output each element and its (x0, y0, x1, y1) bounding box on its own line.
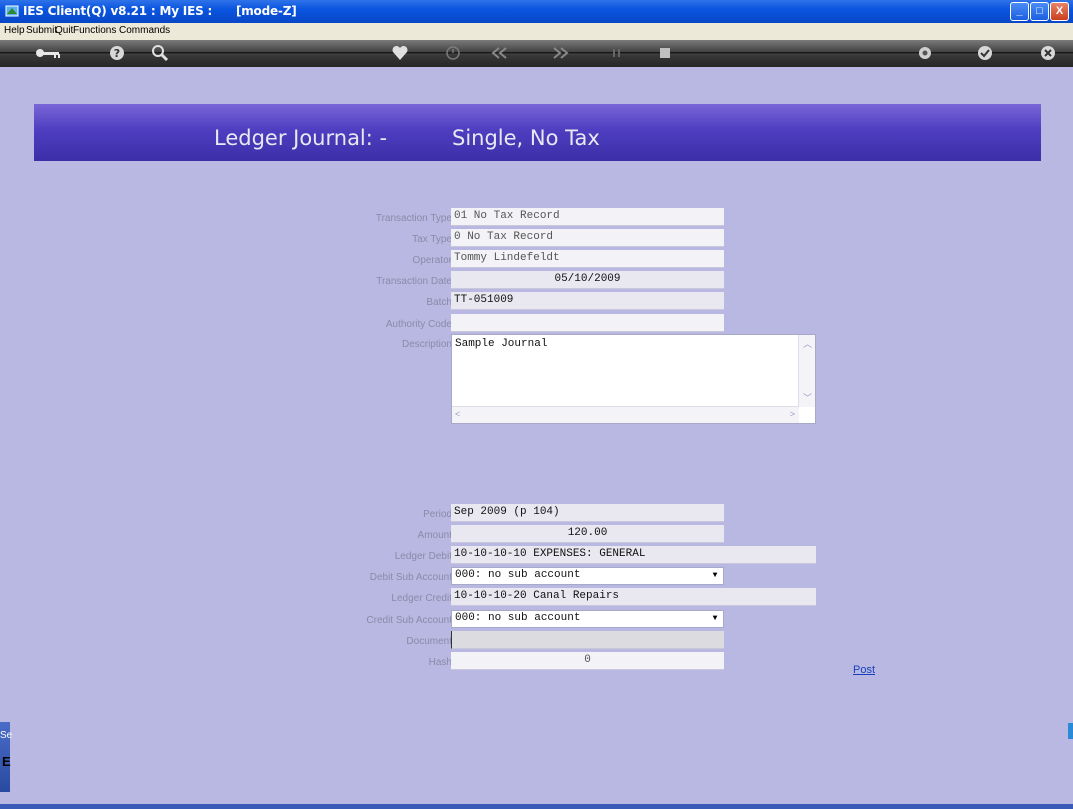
side-panel-glyph: E (2, 754, 11, 769)
side-panel[interactable]: Se E (0, 722, 13, 792)
period-field[interactable]: Sep 2009 (p 104) (451, 504, 724, 522)
tax-type-label: Tax Type (412, 234, 452, 245)
scroll-down-icon[interactable]: ﹀ (803, 391, 812, 404)
batch-field[interactable]: TT-051009 (451, 292, 724, 310)
hash-label: Hash (428, 657, 452, 668)
post-link[interactable]: Post (853, 664, 875, 676)
right-edge-marker (1068, 723, 1073, 739)
amount-label: Amount (417, 530, 452, 541)
heart-icon[interactable] (390, 43, 412, 63)
credit-sub-account-select[interactable]: 000: no sub account ▼ (451, 610, 724, 628)
page-title: Ledger Journal: - (214, 126, 388, 150)
hash-field[interactable]: 0 (451, 652, 724, 670)
chevron-down-icon[interactable]: ▼ (708, 569, 722, 583)
rewind-icon[interactable] (488, 43, 510, 63)
transaction-date-label: Transaction Date (376, 276, 452, 287)
description-horizontal-scrollbar[interactable]: < > (452, 406, 799, 423)
operator-field[interactable]: Tommy Lindefeldt (451, 250, 724, 268)
ledger-debit-label: Ledger Debit (394, 551, 452, 562)
app-icon (5, 5, 19, 17)
amount-field[interactable]: 120.00 (451, 525, 724, 543)
description-text: Sample Journal (455, 338, 548, 350)
period-label: Period (423, 509, 452, 520)
transaction-type-label: Transaction Type (375, 213, 452, 224)
menu-commands[interactable]: Commands (119, 25, 170, 36)
menu-submit[interactable]: Submit (26, 25, 57, 36)
close-icon[interactable] (1038, 43, 1060, 63)
close-button[interactable]: X (1050, 2, 1069, 21)
document-label: Document (406, 636, 452, 647)
minimize-button[interactable]: _ (1010, 2, 1029, 21)
check-icon[interactable] (975, 43, 997, 63)
debit-sub-account-value: 000: no sub account (455, 569, 581, 581)
header-band: Ledger Journal: - Single, No Tax (34, 104, 1041, 161)
tax-type-field[interactable]: 0 No Tax Record (451, 229, 724, 247)
scroll-up-icon[interactable]: ︿ (803, 337, 812, 350)
help-icon[interactable]: ? (107, 43, 129, 63)
ledger-credit-field[interactable]: 10-10-10-20 Canal Repairs (451, 588, 816, 606)
document-field[interactable] (451, 631, 724, 649)
pause-icon[interactable] (607, 43, 629, 63)
description-vertical-scrollbar[interactable]: ︿ ﹀ (798, 335, 815, 407)
menu-bar: Help Submit Quit Functions Commands (0, 23, 1073, 40)
scroll-right-icon[interactable]: > (790, 409, 795, 419)
ledger-credit-label: Ledger Credit (391, 593, 452, 604)
transaction-date-field[interactable]: 05/10/2009 (451, 271, 724, 289)
clock-icon[interactable] (443, 43, 465, 63)
credit-sub-account-value: 000: no sub account (455, 612, 581, 624)
key-icon[interactable] (34, 43, 60, 63)
batch-label: Batch (426, 297, 452, 308)
window-title-bar[interactable]: IES Client(Q) v8.21 : My IES : [mode-Z] … (0, 0, 1073, 24)
fast-forward-icon[interactable] (548, 43, 570, 63)
credit-sub-account-label: Credit Sub Account (366, 615, 452, 626)
search-icon[interactable] (150, 43, 172, 63)
scroll-left-icon[interactable]: < (455, 409, 460, 419)
side-panel-label: Se (0, 730, 13, 741)
bottom-bar (0, 804, 1073, 809)
page-subtitle: Single, No Tax (452, 126, 600, 150)
menu-quit[interactable]: Quit (55, 25, 73, 36)
menu-help[interactable]: Help (4, 25, 25, 36)
authority-code-field[interactable] (451, 314, 724, 332)
svg-text:?: ? (114, 47, 120, 60)
window-title: IES Client(Q) v8.21 : My IES : [mode-Z] (23, 4, 297, 18)
description-textarea[interactable]: Sample Journal ︿ ﹀ < > (451, 334, 816, 424)
menu-functions[interactable]: Functions (73, 25, 116, 36)
client-area: Ledger Journal: - Single, No Tax Transac… (0, 67, 1073, 809)
debit-sub-account-label: Debit Sub Account (369, 572, 452, 583)
transaction-type-field[interactable]: 01 No Tax Record (451, 208, 724, 226)
toolbar: ? (0, 40, 1073, 67)
debit-sub-account-select[interactable]: 000: no sub account ▼ (451, 567, 724, 585)
stop-icon[interactable] (655, 43, 677, 63)
chevron-down-icon[interactable]: ▼ (708, 612, 722, 626)
maximize-button[interactable]: □ (1030, 2, 1049, 21)
ledger-debit-field[interactable]: 10-10-10-10 EXPENSES: GENERAL (451, 546, 816, 564)
description-label: Description (401, 339, 452, 350)
settings-icon[interactable] (915, 43, 937, 63)
authority-code-label: Authority Code (385, 319, 452, 330)
operator-label: Operator (412, 255, 452, 266)
